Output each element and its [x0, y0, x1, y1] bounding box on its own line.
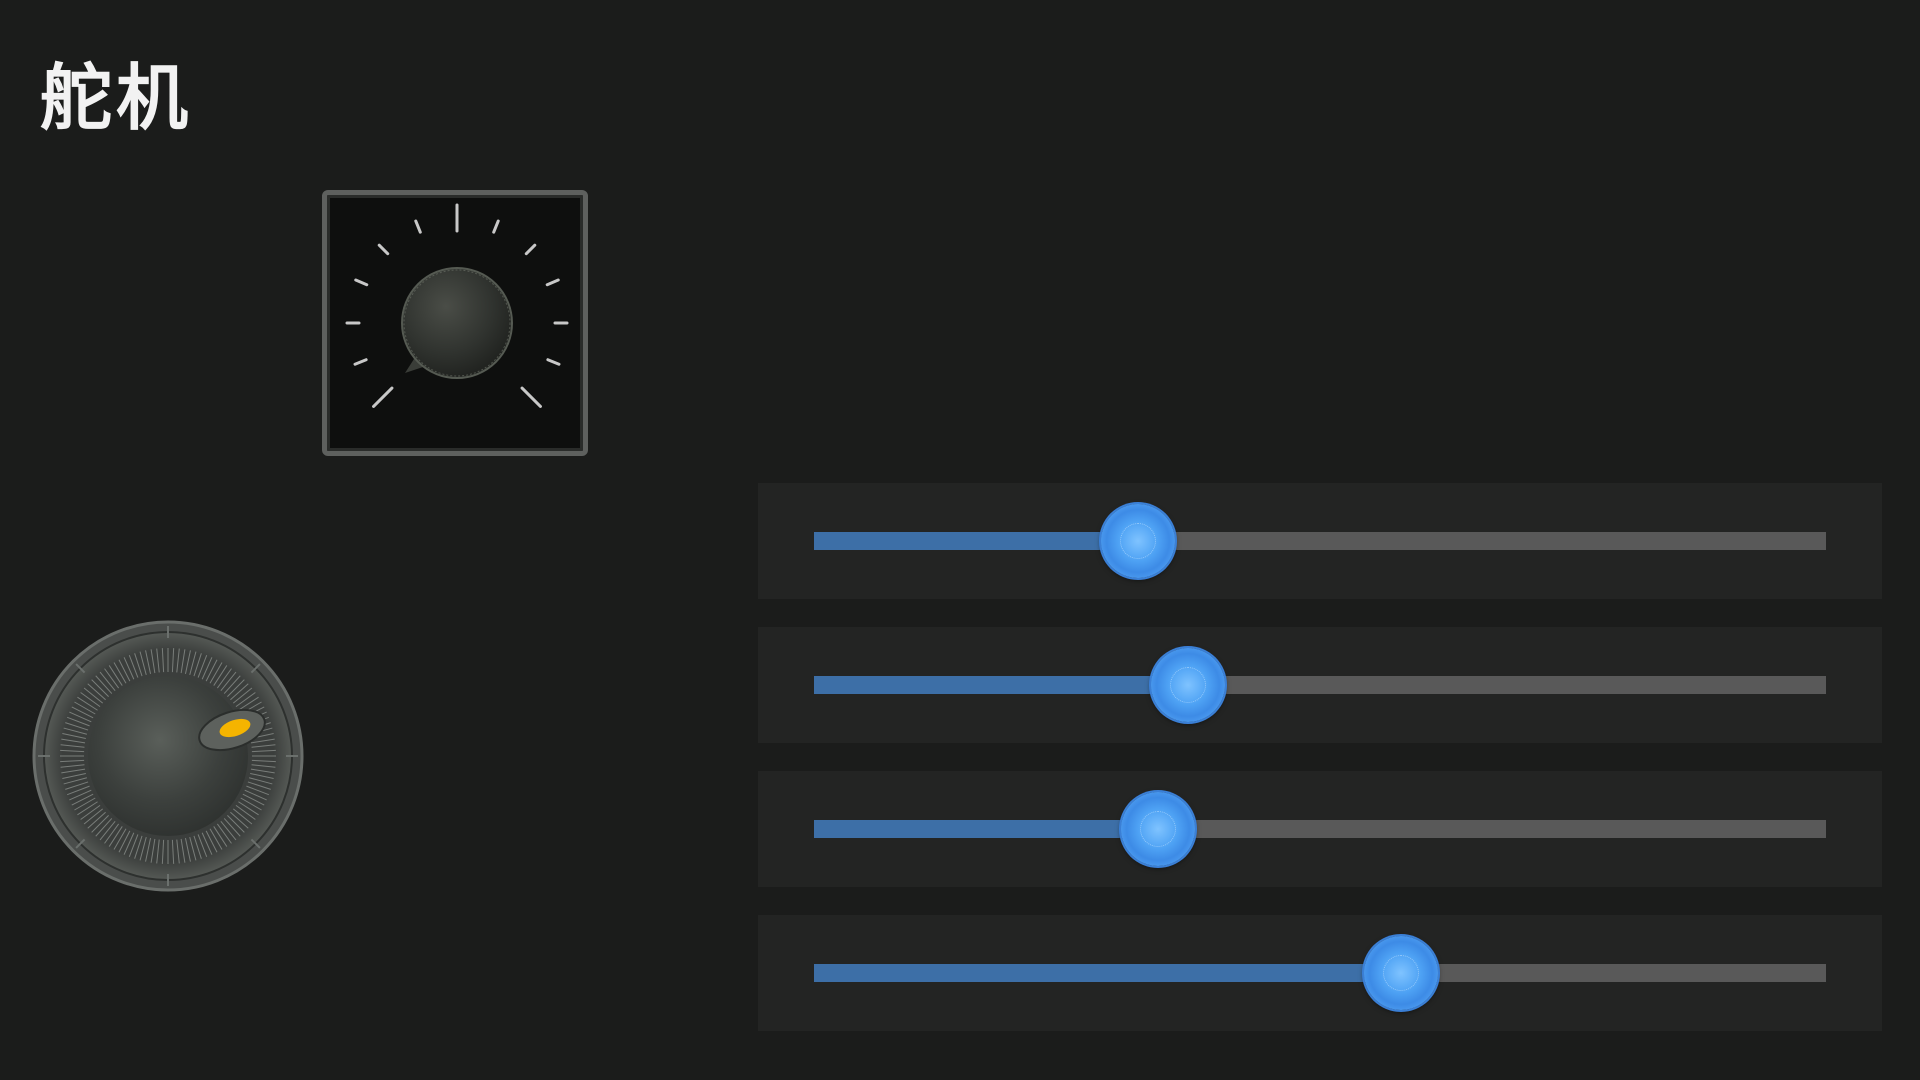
- slider-track[interactable]: [814, 532, 1826, 550]
- slider-fill: [814, 676, 1189, 694]
- dial-tick: [353, 358, 368, 366]
- page-title: 舵机: [40, 56, 193, 140]
- slider-track[interactable]: [814, 676, 1826, 694]
- dial-knob: [401, 267, 513, 379]
- servo-control-screen: 舵机: [0, 0, 1920, 1080]
- dial-tick: [545, 278, 560, 287]
- slider-thumb[interactable]: [1363, 936, 1438, 1010]
- slider-track[interactable]: [814, 964, 1826, 982]
- slider-thumb[interactable]: [1121, 792, 1196, 866]
- dial-tick: [372, 386, 394, 408]
- slider-fill: [814, 532, 1138, 550]
- dial-tick: [414, 219, 422, 234]
- dial-tick: [492, 219, 500, 234]
- dial-tick: [354, 278, 369, 287]
- slider-thumb[interactable]: [1100, 504, 1175, 578]
- slider-fill: [814, 964, 1401, 982]
- rotary-knob[interactable]: [32, 620, 304, 892]
- slider-thumb[interactable]: [1151, 648, 1226, 722]
- servo-dial-icon: [345, 203, 569, 408]
- rotary-knob-icon: [32, 620, 304, 892]
- dial-tick: [546, 358, 561, 366]
- slider-panel-4: [758, 915, 1882, 1031]
- dial-tick: [377, 243, 390, 256]
- slider-panel-1: [758, 483, 1882, 599]
- slider-track[interactable]: [814, 820, 1826, 838]
- slider-panel-2: [758, 627, 1882, 743]
- dial-tick: [524, 243, 537, 256]
- servo-dial[interactable]: [322, 190, 588, 456]
- dial-tick: [520, 386, 542, 408]
- slider-fill: [814, 820, 1159, 838]
- slider-panel-3: [758, 771, 1882, 887]
